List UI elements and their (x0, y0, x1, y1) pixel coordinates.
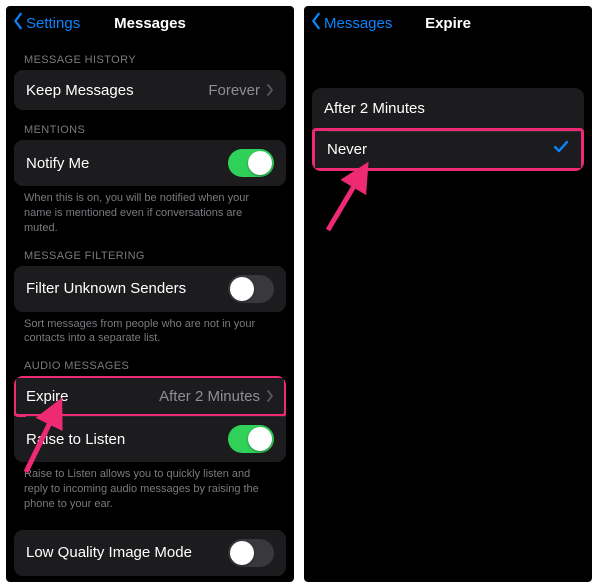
expire-screen: Messages Expire After 2 Minutes Never (304, 6, 592, 582)
note-mentions: When this is on, you will be notified wh… (24, 191, 276, 236)
back-button[interactable]: Messages (310, 6, 392, 40)
row-value: Forever (208, 82, 260, 99)
row-filter-unknown-senders[interactable]: Filter Unknown Senders (14, 266, 286, 312)
section-header-mentions: MENTIONS (24, 124, 286, 136)
note-low-quality: When this is on, images sent will be low… (24, 581, 276, 582)
row-raise-to-listen[interactable]: Raise to Listen (14, 416, 286, 462)
page-title: Messages (114, 15, 186, 32)
row-label: Expire (26, 388, 69, 405)
note-message-filtering: Sort messages from people who are not in… (24, 317, 276, 347)
back-label: Messages (324, 15, 392, 32)
row-label: Raise to Listen (26, 431, 125, 448)
toggle-raise-to-listen[interactable] (228, 425, 274, 453)
chevron-left-icon (12, 12, 26, 34)
chevron-left-icon (310, 12, 324, 34)
row-label: Notify Me (26, 155, 89, 172)
section-header-audio-messages: AUDIO MESSAGES (24, 360, 286, 372)
checkmark-icon (553, 140, 569, 159)
section-header-message-filtering: MESSAGE FILTERING (24, 250, 286, 262)
group-mentions: Notify Me (14, 140, 286, 186)
nav-bar: Settings Messages (6, 6, 294, 40)
section-header-message-history: MESSAGE HISTORY (24, 54, 286, 66)
group-low-quality: Low Quality Image Mode (14, 530, 286, 576)
nav-bar: Messages Expire (304, 6, 592, 40)
group-audio-messages: Expire After 2 Minutes Raise to Listen (14, 376, 286, 462)
row-value: After 2 Minutes (159, 388, 260, 405)
note-audio-messages: Raise to Listen allows you to quickly li… (24, 467, 276, 512)
group-message-history: Keep Messages Forever (14, 70, 286, 110)
settings-content: MESSAGE HISTORY Keep Messages Forever ME… (6, 40, 294, 582)
group-message-filtering: Filter Unknown Senders (14, 266, 286, 312)
option-after-2-minutes[interactable]: After 2 Minutes (312, 88, 584, 128)
row-keep-messages[interactable]: Keep Messages Forever (14, 70, 286, 110)
back-button[interactable]: Settings (12, 6, 80, 40)
row-expire[interactable]: Expire After 2 Minutes (14, 376, 286, 416)
chevron-right-icon (266, 390, 274, 402)
row-label: Keep Messages (26, 82, 134, 99)
back-label: Settings (26, 15, 80, 32)
option-never[interactable]: Never (312, 128, 584, 171)
expire-options-list: After 2 Minutes Never (312, 88, 584, 171)
toggle-filter-unknown[interactable] (228, 275, 274, 303)
chevron-right-icon (266, 84, 274, 96)
row-label: Filter Unknown Senders (26, 280, 186, 297)
option-label: Never (327, 141, 367, 158)
toggle-low-quality[interactable] (228, 539, 274, 567)
row-notify-me[interactable]: Notify Me (14, 140, 286, 186)
page-title: Expire (425, 15, 471, 32)
toggle-notify-me[interactable] (228, 149, 274, 177)
row-low-quality-image-mode[interactable]: Low Quality Image Mode (14, 530, 286, 576)
messages-settings-screen: Settings Messages MESSAGE HISTORY Keep M… (6, 6, 294, 582)
option-label: After 2 Minutes (324, 100, 425, 117)
row-label: Low Quality Image Mode (26, 544, 192, 561)
